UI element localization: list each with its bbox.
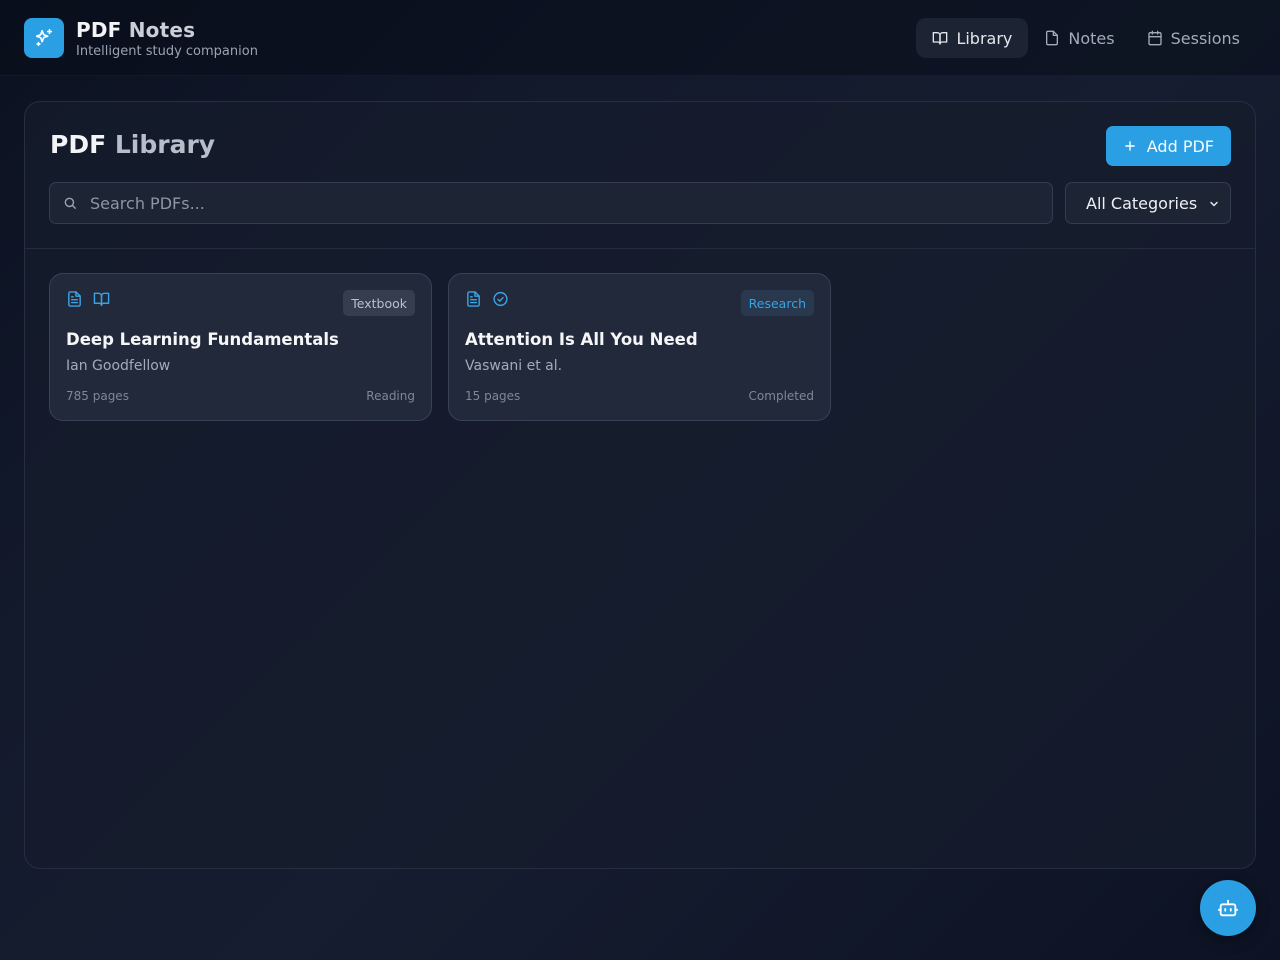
nav-sessions[interactable]: Sessions [1131, 18, 1256, 58]
app-title-main: PDF [76, 18, 122, 42]
search-icon [64, 197, 76, 209]
file-text-icon [68, 291, 81, 307]
category-badge: Textbook [343, 290, 415, 316]
plus-icon [1124, 141, 1135, 151]
nav-sessions-label: Sessions [1170, 28, 1240, 48]
pdf-title: Deep Learning Fundamentals [66, 330, 339, 349]
category-badge: Research [740, 290, 814, 316]
nav-library-label: Library [956, 28, 1013, 48]
pdf-title: Attention Is All You Need [465, 330, 698, 349]
search-box [49, 182, 1053, 224]
app-logo [24, 18, 64, 58]
pdf-pages: 15 pages [465, 389, 521, 403]
nav-library[interactable]: Library [916, 18, 1029, 58]
nav-notes[interactable]: Notes [1028, 18, 1130, 58]
header-divider [25, 248, 1255, 249]
app-title-accent: Notes [128, 18, 196, 42]
file-icon [1046, 30, 1059, 46]
page-title: PDF Library [50, 130, 215, 159]
bot-icon [1217, 899, 1239, 917]
pdf-author: Vaswani et al. [465, 358, 563, 374]
nav-notes-label: Notes [1068, 28, 1115, 48]
app-header: PDF Notes Intelligent study companion Li… [0, 0, 1280, 76]
app-subtitle: Intelligent study companion [76, 44, 258, 59]
page-title-accent: Library [114, 130, 216, 159]
pdf-card[interactable]: Textbook Deep Learning Fundamentals Ian … [49, 273, 432, 421]
assistant-button[interactable] [1200, 880, 1256, 936]
sparkles-icon [35, 28, 53, 47]
pdf-status: Completed [748, 389, 814, 403]
main-nav: Library Notes Sessions [916, 18, 1256, 58]
pdf-pages: 785 pages [66, 389, 129, 403]
pdf-author: Ian Goodfellow [66, 358, 171, 374]
pdf-status: Reading [366, 389, 415, 403]
library-panel: PDF Library Add PDF All Categories [24, 101, 1256, 869]
file-text-icon [467, 291, 480, 307]
app-title: PDF Notes [76, 18, 195, 42]
page-title-main: PDF [50, 130, 107, 159]
book-open-icon [933, 31, 948, 45]
add-pdf-button[interactable]: Add PDF [1105, 126, 1231, 166]
book-open-icon [93, 292, 110, 307]
search-input[interactable] [90, 183, 1030, 223]
category-select-value: All Categories [1086, 193, 1198, 213]
add-pdf-label: Add PDF [1146, 136, 1214, 156]
pdf-card-icons [66, 290, 110, 308]
calendar-icon [1147, 30, 1162, 46]
pdf-card[interactable]: Research Attention Is All You Need Vaswa… [448, 273, 831, 421]
pdf-card-icons [465, 290, 509, 308]
category-select[interactable]: All Categories [1065, 182, 1231, 224]
check-circle-icon [493, 291, 508, 307]
chevron-down-icon [1210, 201, 1218, 207]
